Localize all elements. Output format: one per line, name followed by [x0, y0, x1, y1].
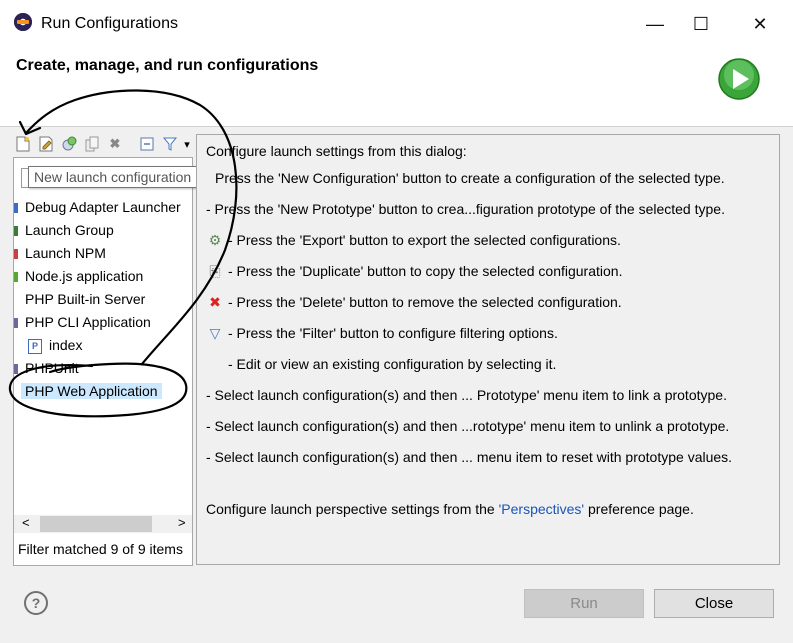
- help-line-text: - Select launch configuration(s) and the…: [206, 387, 727, 403]
- help-line: ✖ - Press the 'Delete' button to remove t…: [206, 294, 622, 311]
- help-line-text: - Press the 'New Prototype' button to cr…: [206, 201, 725, 217]
- help-line: - Press the 'New Prototype' button to cr…: [206, 201, 725, 217]
- view-menu-button[interactable]: ▾: [181, 134, 193, 154]
- help-line-text: Press the 'New Configuration' button to …: [215, 170, 725, 186]
- new-prototype-button[interactable]: [36, 134, 56, 154]
- collapse-all-icon: [140, 137, 154, 151]
- help-line-text: - Press the 'Duplicate' button to copy t…: [228, 263, 623, 279]
- launch-type-icon: [14, 249, 18, 260]
- configuration-tree[interactable]: Debug Adapter Launcher Launch Group Launch…: [13, 157, 193, 566]
- tree-item[interactable]: PHP Built-in Server: [14, 288, 145, 310]
- help-line: ⎘ - Press the 'Duplicate' button to copy …: [206, 263, 622, 280]
- help-line-text: - Press the 'Delete' button to remove th…: [228, 294, 622, 310]
- launch-type-icon: [14, 364, 18, 375]
- help-line: - Select launch configuration(s) and the…: [206, 449, 732, 465]
- filter-icon: [163, 137, 177, 151]
- export-button[interactable]: [59, 134, 79, 154]
- tree-item[interactable]: Node.js application: [14, 265, 143, 287]
- help-icon[interactable]: ?: [24, 591, 48, 615]
- tooltip: New launch configuration: [28, 166, 198, 188]
- help-line: - Edit or view an existing configuration…: [206, 356, 556, 372]
- export-icon: [62, 136, 77, 151]
- help-line: ▽ - Press the 'Filter' button to configur…: [206, 325, 558, 342]
- delete-icon: ✖: [209, 294, 221, 310]
- tree-item-label: PHP Web Application: [21, 383, 162, 399]
- help-line-text: - Select launch configuration(s) and the…: [206, 449, 733, 465]
- tree-item-label: PHP Built-in Server: [25, 291, 146, 307]
- eclipse-app-icon: [14, 13, 32, 31]
- tree-item[interactable]: PHP CLI Application: [14, 311, 151, 333]
- launch-help-panel: Configure launch settings from this dial…: [196, 134, 780, 565]
- php-file-icon: P: [28, 338, 42, 354]
- help-line: ⚙ - Press the 'Export' button to export t…: [206, 232, 621, 249]
- tree-item[interactable]: Pindex: [28, 334, 82, 356]
- scroll-right-icon[interactable]: >: [178, 515, 186, 530]
- tree-item-label: Node.js application: [25, 268, 144, 284]
- minimize-button[interactable]: —: [632, 0, 678, 48]
- launch-type-icon: [14, 272, 18, 283]
- configuration-toolbar: ✖ ▾: [13, 134, 196, 156]
- view-menu-icon: ▾: [184, 138, 190, 151]
- tree-item[interactable]: Launch NPM: [14, 242, 106, 264]
- new-launch-configuration-button[interactable]: [13, 134, 33, 154]
- help-line: - Select launch configuration(s) and the…: [206, 387, 727, 403]
- collapse-all-button[interactable]: [137, 134, 157, 154]
- close-window-button[interactable]: ✕: [737, 0, 783, 48]
- perspectives-link[interactable]: 'Perspectives': [499, 501, 585, 517]
- tree-item-label: PHPUnit: [25, 360, 79, 376]
- tree-item-label: Debug Adapter Launcher: [25, 199, 181, 215]
- launch-type-icon: [14, 318, 18, 329]
- launch-type-icon: [14, 387, 18, 398]
- tree-item[interactable]: PHPUnit: [14, 357, 79, 379]
- filter-button[interactable]: [160, 134, 180, 154]
- close-icon: ✕: [752, 13, 768, 34]
- tree-item-label: index: [49, 337, 83, 353]
- filter-icon: ▽: [209, 325, 221, 341]
- window-title: Run Configurations: [41, 15, 178, 32]
- help-line: - Select launch configuration(s) and the…: [206, 418, 729, 434]
- launch-type-icon: [14, 226, 18, 237]
- tree-item-label: Launch Group: [25, 222, 114, 238]
- dialog-heading: Create, manage, and run configurations: [16, 57, 319, 74]
- run-icon: [718, 58, 760, 100]
- duplicate-icon: [85, 136, 99, 152]
- horizontal-scrollbar[interactable]: < >: [14, 515, 192, 533]
- tree-item-label: PHP CLI Application: [25, 314, 151, 330]
- scrollbar-thumb[interactable]: [40, 516, 152, 532]
- help-line-text: - Select launch configuration(s) and the…: [206, 418, 730, 434]
- close-button[interactable]: Close: [654, 589, 774, 618]
- tree-item[interactable]: Launch Group: [14, 219, 114, 241]
- help-line-text: - Edit or view an existing configuration…: [228, 356, 557, 372]
- delete-button[interactable]: ✖: [105, 134, 125, 154]
- help-line: Press the 'New Configuration' button to …: [215, 170, 725, 186]
- maximize-button[interactable]: ☐: [678, 0, 724, 48]
- filter-status: Filter matched 9 of 9 items: [18, 541, 183, 557]
- tree-item[interactable]: Debug Adapter Launcher: [14, 196, 181, 218]
- duplicate-button[interactable]: [82, 134, 102, 154]
- run-button[interactable]: Run: [524, 589, 644, 618]
- tree-item[interactable]: PHP Web Application: [14, 380, 162, 402]
- minimize-icon: —: [646, 13, 664, 34]
- delete-icon: ✖: [109, 136, 121, 151]
- new-launch-configuration-icon: [16, 136, 30, 152]
- export-icon: ⚙: [208, 232, 222, 248]
- perspective-suffix: preference page.: [584, 501, 694, 517]
- intro-text: Configure launch settings from this dial…: [206, 143, 467, 159]
- launch-type-icon: [14, 203, 18, 214]
- launch-type-icon: [14, 295, 18, 306]
- duplicate-icon: ⎘: [209, 263, 221, 279]
- help-line-text: - Press the 'Filter' button to configure…: [228, 325, 558, 341]
- scroll-left-icon[interactable]: <: [22, 515, 30, 530]
- help-line-text: - Press the 'Export' button to export th…: [228, 232, 621, 248]
- new-prototype-icon: [39, 136, 53, 152]
- perspective-note: Configure launch perspective settings fr…: [206, 501, 694, 517]
- perspective-prefix: Configure launch perspective settings fr…: [206, 501, 499, 517]
- tree-item-label: Launch NPM: [25, 245, 106, 261]
- maximize-icon: ☐: [692, 13, 710, 34]
